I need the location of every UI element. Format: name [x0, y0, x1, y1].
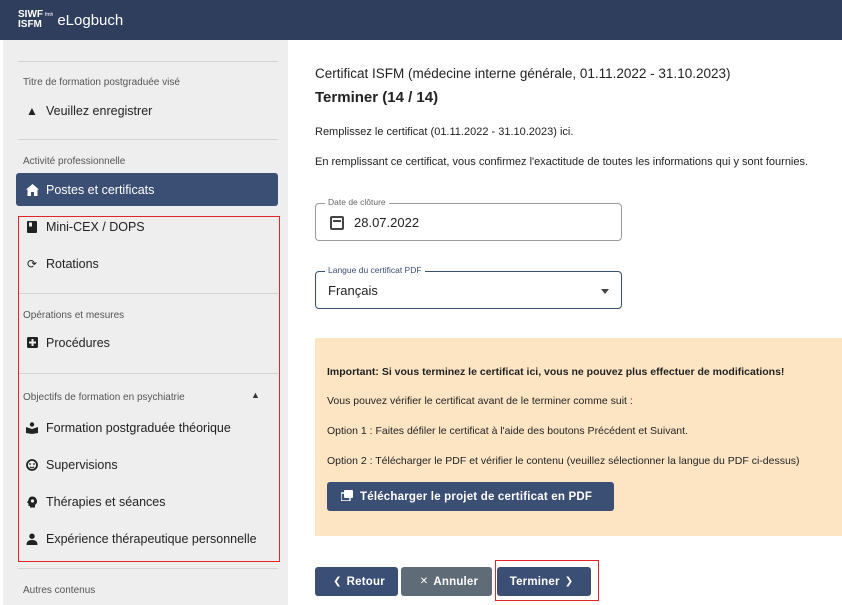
sidebar-section-goal: Titre de formation postgraduée visé: [23, 77, 180, 88]
sidebar-item-label: Postes et certificats: [46, 182, 155, 197]
chevron-left-icon: ❮: [333, 576, 342, 587]
back-button[interactable]: ❮ Retour: [315, 567, 398, 596]
closing-date-field[interactable]: Date de clôture 28.07.2022: [315, 197, 622, 241]
notice-option-2: Option 2 : Télécharger le PDF et vérifie…: [327, 455, 800, 467]
closing-date-label: Date de clôture: [325, 197, 389, 207]
highlight-box-finish: [495, 560, 599, 601]
closing-date-value: 28.07.2022: [354, 215, 420, 230]
pdf-language-label: Langue du certificat PDF: [325, 265, 425, 275]
sidebar-divider: [18, 568, 278, 569]
back-label: Retour: [346, 575, 385, 588]
notice-important-text: Important: Si vous terminez le certifica…: [327, 366, 785, 378]
app-logo[interactable]: SIWF fmh ISFM eLogbuch: [18, 10, 123, 30]
dropdown-arrow-icon: [601, 289, 609, 294]
confirmation-text: En remplissant ce certificat, vous confi…: [315, 156, 809, 168]
sidebar-section-activity: Activité professionnelle: [23, 156, 126, 167]
sidebar-item-label: Veuillez enregistrer: [46, 103, 153, 118]
siwf-logo: SIWF fmh ISFM: [18, 10, 53, 30]
download-pdf-label: Télécharger le projet de certificat en P…: [360, 490, 593, 503]
sidebar-section-other: Autres contenus: [23, 585, 96, 596]
sidebar-divider: [18, 139, 278, 140]
important-notice: Important: Si vous terminez le certifica…: [315, 338, 842, 536]
highlight-box-sidebar: [18, 216, 280, 562]
pdf-language-select[interactable]: Langue du certificat PDF Français: [315, 265, 622, 309]
notice-line: Vous pouvez vérifier le certificat avant…: [327, 395, 633, 407]
warning-icon: ▲: [26, 103, 38, 118]
calendar-icon[interactable]: [330, 215, 344, 230]
cancel-label: Annuler: [433, 575, 479, 588]
certificate-title: Certificat ISFM (médecine interne généra…: [315, 66, 731, 81]
logo-fmh-text: fmh: [45, 12, 54, 18]
pdf-icon: [340, 489, 353, 504]
sidebar-item-register[interactable]: ▲ Veuillez enregistrer: [16, 94, 278, 127]
home-icon: [25, 183, 39, 197]
cancel-button[interactable]: ✕ Annuler: [401, 567, 492, 596]
pdf-language-value: Français: [328, 283, 378, 298]
app-title: eLogbuch: [57, 11, 124, 29]
logo-isfm-text: ISFM: [18, 19, 42, 30]
notice-option-1: Option 1 : Faites défiler le certificat …: [327, 425, 688, 437]
top-bar: SIWF fmh ISFM eLogbuch: [0, 0, 842, 40]
download-pdf-button[interactable]: Télécharger le projet de certificat en P…: [327, 482, 614, 511]
instruction-text: Remplissez le certificat (01.11.2022 - 3…: [315, 126, 574, 138]
sidebar-item-posts-certificates[interactable]: Postes et certificats: [16, 173, 278, 206]
sidebar-divider: [18, 61, 278, 62]
step-title: Terminer (14 / 14): [315, 89, 439, 106]
close-icon: ✕: [419, 576, 429, 587]
